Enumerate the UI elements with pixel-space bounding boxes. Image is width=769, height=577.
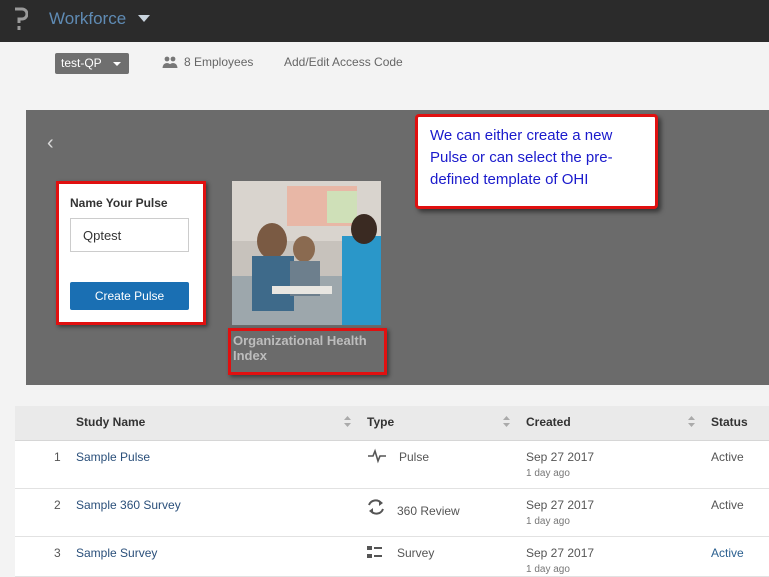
column-header-status[interactable]: Status [711,415,748,429]
column-header-study-name[interactable]: Study Name [76,415,145,429]
sort-icon[interactable] [503,416,510,427]
employee-count[interactable]: 8 Employees [184,55,253,69]
chevron-down-icon[interactable] [138,15,150,22]
create-pulse-button[interactable]: Create Pulse [70,282,189,310]
row-number: 3 [54,546,61,560]
column-header-type[interactable]: Type [367,415,394,429]
sort-icon[interactable] [344,416,351,427]
study-name-link[interactable]: Sample Pulse [76,450,150,464]
back-chevron-icon[interactable]: ‹ [47,133,54,153]
row-created-ago: 1 day ago [526,516,570,527]
ohi-template-label[interactable]: Organizational Health Index [233,333,383,363]
table-row[interactable] [15,489,769,537]
access-code-link[interactable]: Add/Edit Access Code [284,55,403,69]
row-created-date: Sep 27 2017 [526,498,595,512]
row-type: Pulse [399,450,430,464]
row-type: Survey [397,546,435,560]
study-name-link[interactable]: Sample 360 Survey [76,498,181,512]
row-type: 360 Review [397,504,460,518]
row-status: Active [711,498,744,512]
row-number: 1 [54,450,61,464]
users-icon [162,56,178,68]
name-pulse-label: Name Your Pulse [70,196,168,210]
study-name-link[interactable]: Sample Survey [76,546,157,560]
sort-icon[interactable] [688,416,695,427]
list-icon [367,546,382,558]
refresh-icon [368,499,384,515]
row-created-date: Sep 27 2017 [526,450,595,464]
dropdown-caret-icon[interactable] [113,62,121,66]
row-status: Active [711,450,744,464]
row-created-ago: 1 day ago [526,564,570,575]
ohi-template-image[interactable] [232,181,381,325]
row-created-date: Sep 27 2017 [526,546,595,560]
annotation-callout: We can either create a new Pulse or can … [415,114,658,209]
pulse-icon [368,448,386,464]
table-row[interactable] [15,441,769,489]
row-number: 2 [54,498,61,512]
pulse-name-input[interactable] [70,218,189,252]
row-created-ago: 1 day ago [526,468,570,479]
row-status: Active [711,546,744,560]
app-title[interactable]: Workforce [49,9,126,29]
logo-icon[interactable] [12,7,28,33]
column-header-created[interactable]: Created [526,415,571,429]
